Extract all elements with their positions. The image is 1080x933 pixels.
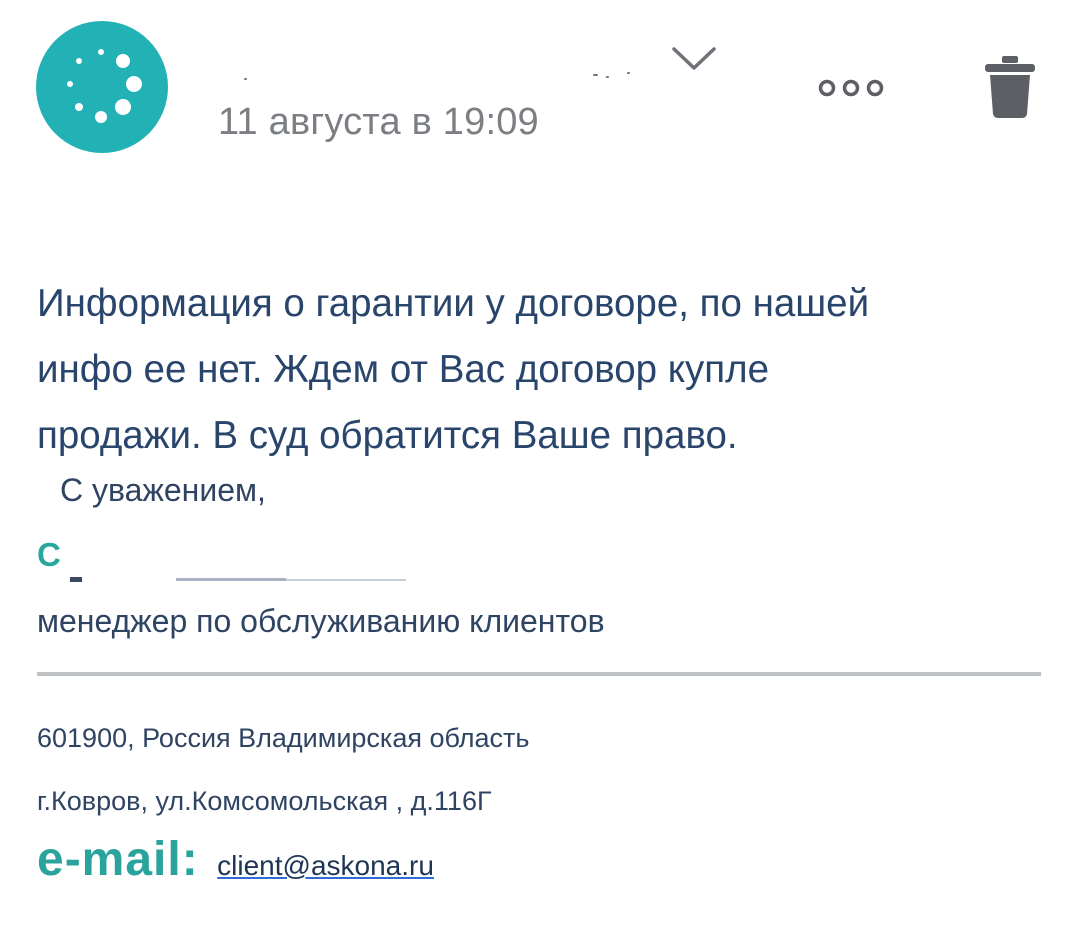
signature-name: С [37,536,61,573]
email-view: 11 августа в 19:09 Информация о гарантии… [0,0,1080,933]
trash-icon[interactable] [982,54,1038,125]
sender-avatar[interactable] [36,21,168,153]
address-line: г.Ковров, ул.Комсомольская , д.116Г [37,786,492,816]
message-line: инфо ее нет. Ждем от Вас договор купле [37,348,770,391]
message-date: 11 августа в 19:09 [218,101,539,143]
sender-name-redacted [230,68,650,82]
more-dots-icon[interactable] [816,77,886,104]
chevron-down-icon[interactable] [671,46,717,77]
message-body: Информация о гарантии у договоре, по наш… [37,271,1037,469]
signature-divider [37,672,1041,676]
signature-regards: С уважением, [60,472,266,508]
message-line: продажи. В суд обратится Ваше право. [37,414,738,457]
email-row: e-mail: client@askona.ru [37,832,434,887]
signature-position: менеджер по обслуживанию клиентов [37,603,605,639]
signature-name-redacted [60,574,460,586]
message-line: Информация о гарантии у договоре, по наш… [37,282,870,325]
email-label: e-mail: [37,833,199,886]
loading-dots-icon [67,49,142,123]
address-line: 601900, Россия Владимирская область [37,723,530,753]
email-link[interactable]: client@askona.ru [217,850,434,881]
